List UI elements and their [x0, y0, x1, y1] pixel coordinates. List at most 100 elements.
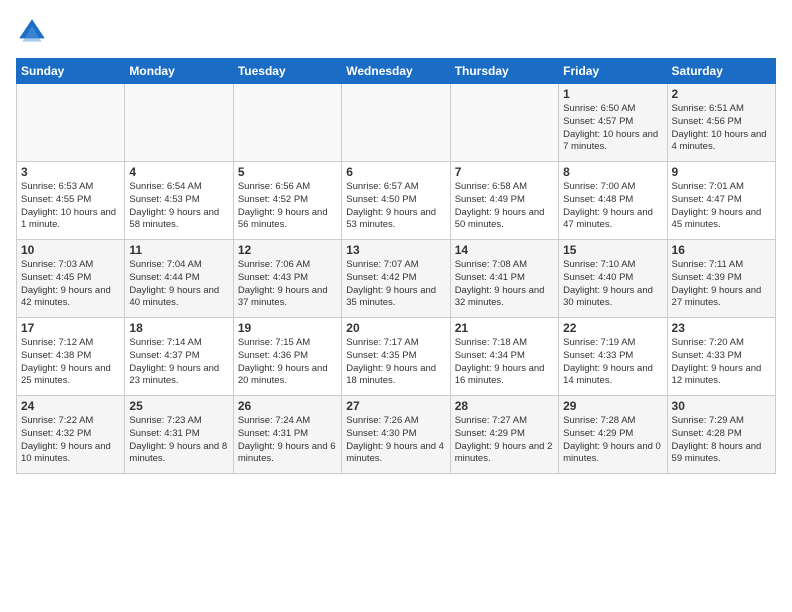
header-cell-sunday: Sunday: [17, 59, 125, 84]
week-row-4: 17 Sunrise: 7:12 AM Sunset: 4:38 PM Dayli…: [17, 318, 776, 396]
day-cell: 2 Sunrise: 6:51 AM Sunset: 4:56 PM Daylig…: [667, 84, 775, 162]
day-info: Sunrise: 7:14 AM Sunset: 4:37 PM Dayligh…: [129, 337, 228, 388]
day-number: 2: [672, 87, 771, 101]
header-cell-friday: Friday: [559, 59, 667, 84]
week-row-5: 24 Sunrise: 7:22 AM Sunset: 4:32 PM Dayli…: [17, 396, 776, 474]
day-cell: [450, 84, 558, 162]
day-cell: 27 Sunrise: 7:26 AM Sunset: 4:30 PM Dayli…: [342, 396, 450, 474]
day-number: 12: [238, 243, 337, 257]
header-row: SundayMondayTuesdayWednesdayThursdayFrid…: [17, 59, 776, 84]
day-cell: 24 Sunrise: 7:22 AM Sunset: 4:32 PM Dayli…: [17, 396, 125, 474]
day-info: Sunrise: 7:22 AM Sunset: 4:32 PM Dayligh…: [21, 415, 120, 466]
day-cell: 7 Sunrise: 6:58 AM Sunset: 4:49 PM Daylig…: [450, 162, 558, 240]
header-cell-tuesday: Tuesday: [233, 59, 341, 84]
header-cell-monday: Monday: [125, 59, 233, 84]
day-number: 14: [455, 243, 554, 257]
day-info: Sunrise: 7:18 AM Sunset: 4:34 PM Dayligh…: [455, 337, 554, 388]
day-number: 4: [129, 165, 228, 179]
day-number: 11: [129, 243, 228, 257]
logo-icon: [16, 16, 48, 48]
day-number: 17: [21, 321, 120, 335]
header-cell-saturday: Saturday: [667, 59, 775, 84]
day-number: 7: [455, 165, 554, 179]
header-cell-thursday: Thursday: [450, 59, 558, 84]
day-number: 19: [238, 321, 337, 335]
day-number: 28: [455, 399, 554, 413]
day-info: Sunrise: 7:15 AM Sunset: 4:36 PM Dayligh…: [238, 337, 337, 388]
page: SundayMondayTuesdayWednesdayThursdayFrid…: [0, 0, 792, 482]
day-info: Sunrise: 7:19 AM Sunset: 4:33 PM Dayligh…: [563, 337, 662, 388]
day-cell: 29Sunrise: 7:28 AM Sunset: 4:29 PM Dayli…: [559, 396, 667, 474]
day-cell: 13 Sunrise: 7:07 AM Sunset: 4:42 PM Dayli…: [342, 240, 450, 318]
day-cell: 15 Sunrise: 7:10 AM Sunset: 4:40 PM Dayli…: [559, 240, 667, 318]
day-info: Sunrise: 7:11 AM Sunset: 4:39 PM Dayligh…: [672, 259, 771, 310]
day-cell: 26Sunrise: 7:24 AM Sunset: 4:31 PM Dayli…: [233, 396, 341, 474]
day-number: 15: [563, 243, 662, 257]
day-number: 24: [21, 399, 120, 413]
day-cell: 8 Sunrise: 7:00 AM Sunset: 4:48 PM Daylig…: [559, 162, 667, 240]
day-number: 18: [129, 321, 228, 335]
day-number: 23: [672, 321, 771, 335]
day-number: 9: [672, 165, 771, 179]
day-info: Sunrise: 6:58 AM Sunset: 4:49 PM Dayligh…: [455, 181, 554, 232]
day-number: 6: [346, 165, 445, 179]
day-number: 3: [21, 165, 120, 179]
day-info: Sunrise: 6:53 AM Sunset: 4:55 PM Dayligh…: [21, 181, 120, 232]
day-cell: 23 Sunrise: 7:20 AM Sunset: 4:33 PM Dayli…: [667, 318, 775, 396]
day-number: 27: [346, 399, 445, 413]
day-info: Sunrise: 6:56 AM Sunset: 4:52 PM Dayligh…: [238, 181, 337, 232]
day-cell: 10 Sunrise: 7:03 AM Sunset: 4:45 PM Dayli…: [17, 240, 125, 318]
day-number: 13: [346, 243, 445, 257]
day-info: Sunrise: 7:26 AM Sunset: 4:30 PM Dayligh…: [346, 415, 445, 466]
day-cell: 21 Sunrise: 7:18 AM Sunset: 4:34 PM Dayli…: [450, 318, 558, 396]
day-number: 21: [455, 321, 554, 335]
day-cell: 9 Sunrise: 7:01 AM Sunset: 4:47 PM Daylig…: [667, 162, 775, 240]
day-cell: [125, 84, 233, 162]
day-info: Sunrise: 7:03 AM Sunset: 4:45 PM Dayligh…: [21, 259, 120, 310]
day-info: Sunrise: 6:54 AM Sunset: 4:53 PM Dayligh…: [129, 181, 228, 232]
day-cell: 1Sunrise: 6:50 AM Sunset: 4:57 PM Daylig…: [559, 84, 667, 162]
day-info: Sunrise: 6:51 AM Sunset: 4:56 PM Dayligh…: [672, 103, 771, 154]
day-info: Sunrise: 7:20 AM Sunset: 4:33 PM Dayligh…: [672, 337, 771, 388]
day-cell: 22Sunrise: 7:19 AM Sunset: 4:33 PM Dayli…: [559, 318, 667, 396]
day-info: Sunrise: 7:27 AM Sunset: 4:29 PM Dayligh…: [455, 415, 554, 466]
calendar: SundayMondayTuesdayWednesdayThursdayFrid…: [16, 58, 776, 474]
day-number: 26: [238, 399, 337, 413]
day-cell: 5 Sunrise: 6:56 AM Sunset: 4:52 PM Daylig…: [233, 162, 341, 240]
day-number: 8: [563, 165, 662, 179]
day-info: Sunrise: 7:10 AM Sunset: 4:40 PM Dayligh…: [563, 259, 662, 310]
day-cell: [342, 84, 450, 162]
week-row-1: 1Sunrise: 6:50 AM Sunset: 4:57 PM Daylig…: [17, 84, 776, 162]
day-number: 1: [563, 87, 662, 101]
day-info: Sunrise: 7:00 AM Sunset: 4:48 PM Dayligh…: [563, 181, 662, 232]
day-cell: 20 Sunrise: 7:17 AM Sunset: 4:35 PM Dayli…: [342, 318, 450, 396]
day-cell: 3 Sunrise: 6:53 AM Sunset: 4:55 PM Daylig…: [17, 162, 125, 240]
header-cell-wednesday: Wednesday: [342, 59, 450, 84]
day-cell: [233, 84, 341, 162]
day-number: 30: [672, 399, 771, 413]
day-number: 20: [346, 321, 445, 335]
day-number: 5: [238, 165, 337, 179]
day-cell: 28 Sunrise: 7:27 AM Sunset: 4:29 PM Dayli…: [450, 396, 558, 474]
day-number: 16: [672, 243, 771, 257]
day-info: Sunrise: 7:07 AM Sunset: 4:42 PM Dayligh…: [346, 259, 445, 310]
logo: [16, 16, 52, 48]
day-info: Sunrise: 7:28 AM Sunset: 4:29 PM Dayligh…: [563, 415, 662, 466]
day-cell: 14Sunrise: 7:08 AM Sunset: 4:41 PM Dayli…: [450, 240, 558, 318]
day-info: Sunrise: 6:57 AM Sunset: 4:50 PM Dayligh…: [346, 181, 445, 232]
day-info: Sunrise: 7:23 AM Sunset: 4:31 PM Dayligh…: [129, 415, 228, 466]
week-row-2: 3 Sunrise: 6:53 AM Sunset: 4:55 PM Daylig…: [17, 162, 776, 240]
day-info: Sunrise: 7:29 AM Sunset: 4:28 PM Dayligh…: [672, 415, 771, 466]
day-cell: 6 Sunrise: 6:57 AM Sunset: 4:50 PM Daylig…: [342, 162, 450, 240]
day-cell: 30 Sunrise: 7:29 AM Sunset: 4:28 PM Dayli…: [667, 396, 775, 474]
day-cell: 25Sunrise: 7:23 AM Sunset: 4:31 PM Dayli…: [125, 396, 233, 474]
week-row-3: 10 Sunrise: 7:03 AM Sunset: 4:45 PM Dayli…: [17, 240, 776, 318]
day-number: 10: [21, 243, 120, 257]
day-info: Sunrise: 7:01 AM Sunset: 4:47 PM Dayligh…: [672, 181, 771, 232]
day-cell: 4 Sunrise: 6:54 AM Sunset: 4:53 PM Daylig…: [125, 162, 233, 240]
day-cell: 18 Sunrise: 7:14 AM Sunset: 4:37 PM Dayli…: [125, 318, 233, 396]
day-info: Sunrise: 7:17 AM Sunset: 4:35 PM Dayligh…: [346, 337, 445, 388]
day-cell: 17 Sunrise: 7:12 AM Sunset: 4:38 PM Dayli…: [17, 318, 125, 396]
day-info: Sunrise: 7:12 AM Sunset: 4:38 PM Dayligh…: [21, 337, 120, 388]
day-cell: 16 Sunrise: 7:11 AM Sunset: 4:39 PM Dayli…: [667, 240, 775, 318]
